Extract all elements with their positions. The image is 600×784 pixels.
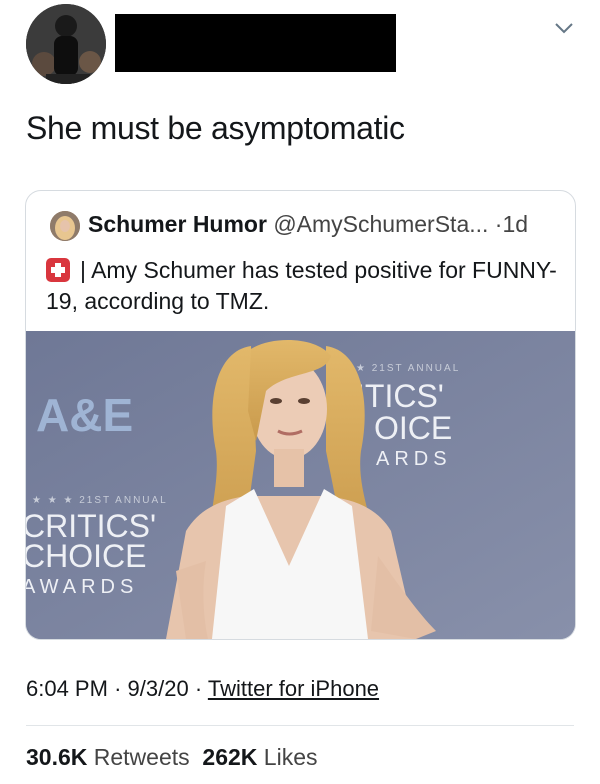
retweets-stat[interactable]: 30.6K Retweets xyxy=(26,744,190,770)
quoted-age[interactable]: 1d xyxy=(502,211,528,237)
backdrop-bottom-line-2: CHOICE xyxy=(26,538,146,574)
meta-separator-2: · xyxy=(194,676,203,701)
retweets-label: Retweets xyxy=(93,744,190,770)
tweet-time[interactable]: 6:04 PM xyxy=(26,676,108,701)
retweets-count: 30.6K xyxy=(26,744,88,770)
backdrop-top-line-1: ITICS' xyxy=(356,378,444,414)
tweet-text: She must be asymptomatic xyxy=(26,110,405,146)
chevron-down-icon[interactable] xyxy=(553,20,575,36)
likes-stat[interactable]: 262K Likes xyxy=(202,744,317,770)
divider xyxy=(26,725,574,726)
quoted-author-handle[interactable]: @AmySchumerSta... xyxy=(273,211,488,237)
tweet-meta: 6:04 PM · 9/3/20 · Twitter for iPhone xyxy=(26,676,379,702)
tweet-source-link[interactable]: Twitter for iPhone xyxy=(208,676,379,701)
red-cross-emoji-icon xyxy=(46,258,70,282)
likes-count: 262K xyxy=(202,744,258,770)
backdrop-top-small: ★ 21ST ANNUAL xyxy=(356,363,460,374)
tweet-stats: 30.6K Retweets 262K Likes xyxy=(26,744,318,771)
backdrop-top-line-3: ARDS xyxy=(376,448,452,470)
redacted-username xyxy=(115,14,396,72)
event-photo-image: A&E ★ 21ST ANNUAL ITICS' OICE ARDS ★ ★ ★… xyxy=(26,331,575,639)
quoted-photo[interactable]: A&E ★ 21ST ANNUAL ITICS' OICE ARDS ★ ★ ★… xyxy=(26,331,575,639)
quoted-author-avatar[interactable] xyxy=(50,211,80,241)
backdrop-bottom-small: ★ ★ ★ 21ST ANNUAL xyxy=(32,495,168,506)
backdrop-bottom-line-3: AWARDS xyxy=(26,576,138,598)
quoted-text-body: | Amy Schumer has tested positive for FU… xyxy=(46,257,557,314)
backdrop-brand-logo: A&E xyxy=(36,389,133,441)
quoted-author-name[interactable]: Schumer Humor xyxy=(88,211,267,237)
author-avatar[interactable] xyxy=(26,4,106,84)
author-avatar-image xyxy=(26,4,106,84)
meta-separator-1: · xyxy=(114,676,122,701)
quoted-header: Schumer Humor @AmySchumerSta... ·1d xyxy=(88,211,528,238)
backdrop-top-line-2: OICE xyxy=(374,410,452,446)
likes-label: Likes xyxy=(263,744,318,770)
tweet-date[interactable]: 9/3/20 xyxy=(128,676,189,701)
quoted-text: | Amy Schumer has tested positive for FU… xyxy=(46,255,566,317)
quoted-tweet-card[interactable]: Schumer Humor @AmySchumerSta... ·1d | Am… xyxy=(25,190,576,640)
